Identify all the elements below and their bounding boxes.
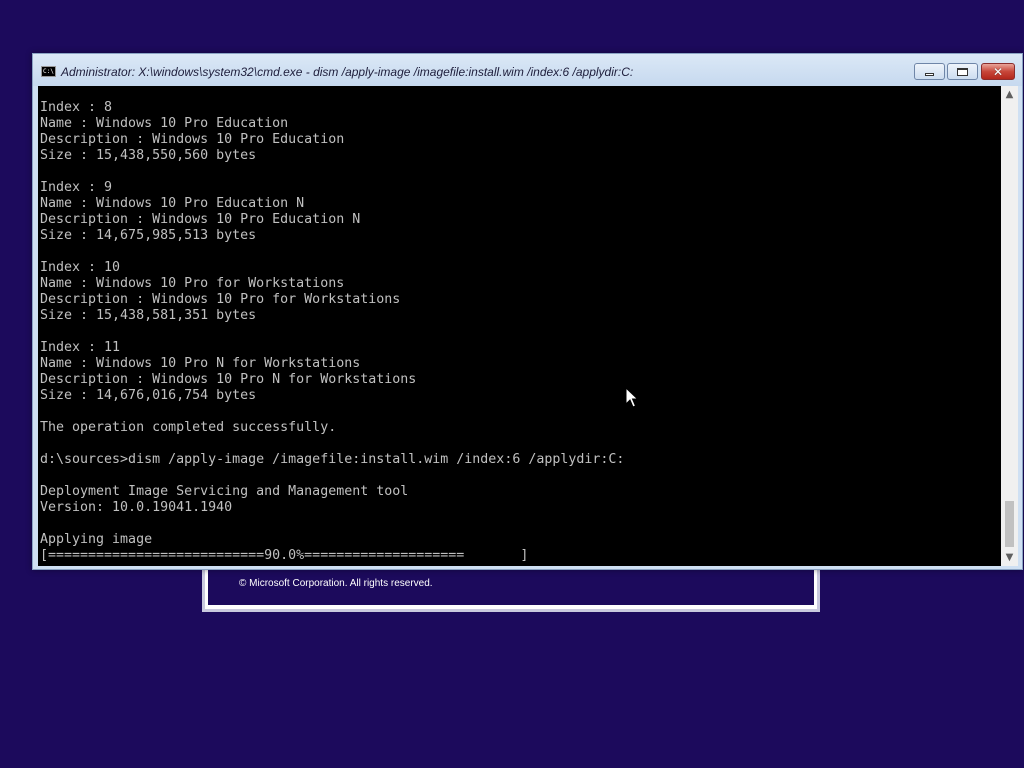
close-button[interactable]: ✕ [981, 63, 1015, 80]
setup-copyright: © Microsoft Corporation. All rights rese… [239, 578, 433, 589]
scroll-up-icon[interactable]: ▲ [1001, 86, 1018, 103]
console-line: Index : 9 [40, 180, 113, 195]
console-line: Description : Windows 10 Pro Education [40, 132, 345, 147]
cmd-window[interactable]: C:\ Administrator: X:\windows\system32\c… [32, 53, 1023, 570]
maximize-icon [957, 67, 968, 76]
console-line: Size : 14,676,016,754 bytes [40, 388, 257, 403]
console-line: Deployment Image Servicing and Managemen… [40, 484, 409, 499]
console-line: Name : Windows 10 Pro Education [40, 116, 289, 131]
title-bar[interactable]: C:\ Administrator: X:\windows\system32\c… [33, 54, 1022, 86]
console-line: Description : Windows 10 Pro for Worksta… [40, 292, 401, 307]
console-line: Size : 15,438,581,351 bytes [40, 308, 257, 323]
console-line: Name : Windows 10 Pro for Workstations [40, 276, 345, 291]
console-line: Name : Windows 10 Pro Education N [40, 196, 305, 211]
mouse-cursor-icon [625, 387, 639, 408]
scrollbar-thumb[interactable] [1005, 501, 1014, 547]
console-line: d:\sources>dism /apply-image /imagefile:… [40, 452, 625, 467]
console-text: Index : 8 Name : Windows 10 Pro Education… [40, 100, 624, 564]
console-line: Name : Windows 10 Pro N for Workstations [40, 356, 361, 371]
console-line: The operation completed successfully. [40, 420, 337, 435]
cmd-icon[interactable]: C:\ [41, 66, 56, 77]
console-line: Description : Windows 10 Pro Education N [40, 212, 361, 227]
console-line: Version: 10.0.19041.1940 [40, 500, 233, 515]
console-line: Index : 8 [40, 100, 113, 115]
console-line: Size : 14,675,985,513 bytes [40, 228, 257, 243]
console-line: [===========================90.0%=======… [40, 548, 529, 563]
scroll-down-icon[interactable]: ▼ [1001, 549, 1018, 566]
minimize-icon [925, 73, 934, 76]
maximize-button[interactable] [947, 63, 978, 80]
console-line: Description : Windows 10 Pro N for Works… [40, 372, 417, 387]
console-output[interactable]: Index : 8 Name : Windows 10 Pro Education… [38, 86, 1001, 566]
vertical-scrollbar[interactable]: ▲ ▼ [1001, 86, 1018, 566]
console-line: Size : 15,438,550,560 bytes [40, 148, 257, 163]
console-line: Index : 11 [40, 340, 121, 355]
minimize-button[interactable] [914, 63, 945, 80]
window-title: Administrator: X:\windows\system32\cmd.e… [61, 65, 634, 79]
console-line: Applying image [40, 532, 153, 547]
close-icon: ✕ [992, 64, 1004, 79]
console-line: Index : 10 [40, 260, 121, 275]
